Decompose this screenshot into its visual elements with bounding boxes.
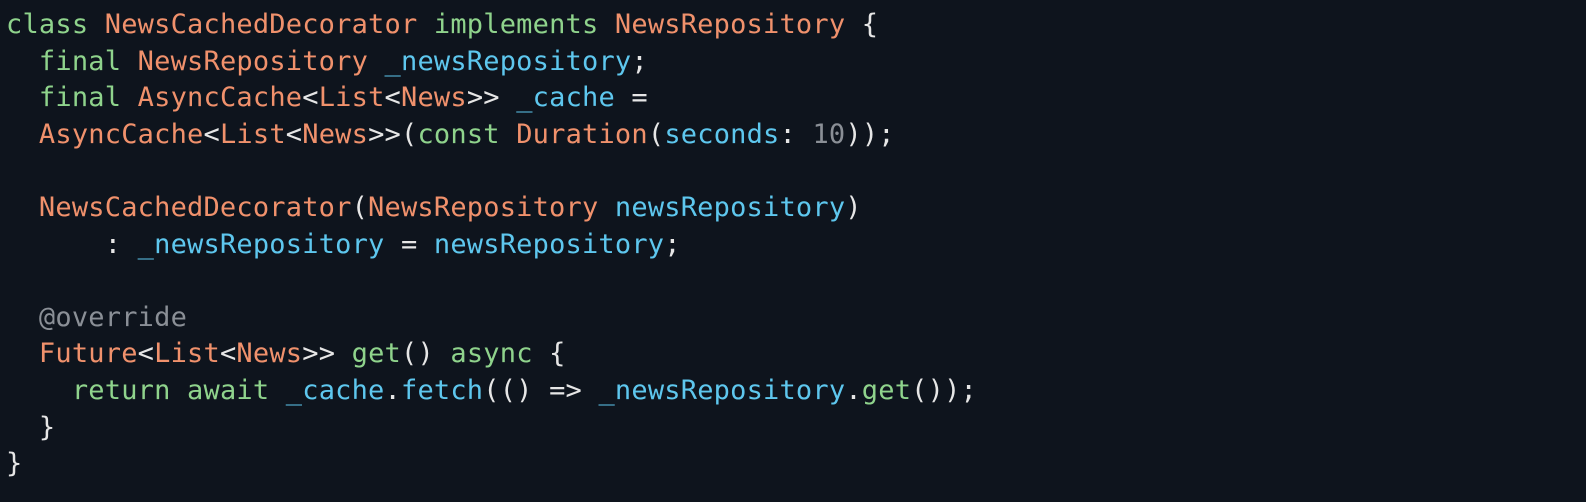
code-token-keyword: async [450,338,533,370]
code-token-identifier: _cache [285,374,385,406]
code-token-punctuation: ; [664,228,681,260]
code-token-type: List [154,338,220,370]
code-token-punctuation: < [285,118,303,150]
code-line: } [6,410,977,447]
code-token-type: NewsRepository [137,45,369,77]
code-token-keyword: const [417,118,500,150]
code-token-type: NewsCachedDecorator [38,191,352,223]
code-token-punctuation: ( [351,191,369,223]
code-token-number: 10 [812,118,846,150]
code-token-keyword: return [71,374,171,406]
code-token-type: Duration [516,118,648,150]
code-token-type: List [318,82,385,114]
code-token-punctuation: = [384,228,434,260]
code-token-punctuation: : [779,118,813,150]
code-token-punctuation: } [6,411,56,443]
code-token-identifier: seconds [664,118,780,150]
code-token-type: News [302,118,369,150]
code-line: return await _cache.fetch(() => _newsRep… [6,373,977,410]
code-token-identifier: newsRepository [614,191,846,223]
code-token-annotation: @override [38,301,188,333]
code-token-identifier: _newsRepository [137,228,385,260]
code-line: @override [6,300,977,337]
code-line: final AsyncCache<List<News>> _cache = [6,80,977,117]
code-token-punctuation: >>( [368,118,418,150]
code-token-type: AsyncCache [137,82,303,114]
code-token-punctuation: (() => [483,374,599,406]
code-line: Future<List<News>> get() async { [6,336,977,373]
code-token-punctuation: < [302,82,319,114]
code-token-identifier: newsRepository [433,228,665,260]
code-token-type: NewsRepository [368,191,599,223]
code-token-punctuation: : [6,228,138,260]
code-token-punctuation: { [845,9,879,40]
code-token-keyword: class [6,9,89,40]
code-line: ​ [6,153,977,190]
code-line: NewsCachedDecorator(NewsRepository newsR… [6,190,977,227]
code-token-type: NewsRepository [614,9,846,40]
code-token-type: List [219,118,286,150]
code-token-identifier: _newsRepository [598,374,846,406]
code-token-type: News [236,338,303,370]
code-token-punctuation: >> [302,338,352,370]
code-token-punctuation: . [845,374,862,406]
code-token-identifier: _newsRepository [384,45,632,77]
code-token-punctuation: = [614,82,648,114]
code-line: AsyncCache<List<News>>(const Duration(se… [6,117,977,154]
code-block: class NewsCachedDecorator implements New… [6,7,977,483]
code-token-punctuation: < [137,338,155,370]
code-token-punctuation: . [384,374,401,406]
code-token-type: NewsCachedDecorator [104,9,418,40]
code-token-punctuation: ; [631,45,648,77]
code-token-punctuation: () [401,338,451,370]
code-token-punctuation: < [203,118,220,150]
code-token-keyword: final [38,45,122,77]
code-token-identifier: _cache [516,82,615,114]
code-token-type: AsyncCache [38,118,204,150]
code-token-keyword: implements [433,9,599,40]
code-token-punctuation: ( [647,118,665,150]
code-token-keyword: final [38,82,122,114]
code-token-type: News [401,82,467,114]
code-token-keyword: get [351,338,401,370]
code-line: } [6,446,977,483]
code-token-punctuation: )); [845,118,895,150]
code-token-punctuation: { [532,338,566,370]
code-token-punctuation: < [384,82,401,114]
code-token-punctuation: < [219,338,237,370]
code-editor[interactable]: class NewsCachedDecorator implements New… [0,0,1586,502]
code-token-punctuation: } [6,448,23,480]
code-line: final NewsRepository _newsRepository; [6,44,977,81]
code-token-punctuation: ()); [911,374,977,406]
code-token-keyword: get [861,374,912,406]
code-line: : _newsRepository = newsRepository; [6,227,977,264]
code-token-punctuation: ) [845,191,862,223]
code-token-keyword: await [187,374,270,406]
code-line: class NewsCachedDecorator implements New… [6,7,977,44]
code-line: ​ [6,263,977,300]
code-token-identifier: fetch [400,374,484,406]
code-token-punctuation: >> [466,82,517,114]
code-token-type: Future [38,338,138,370]
